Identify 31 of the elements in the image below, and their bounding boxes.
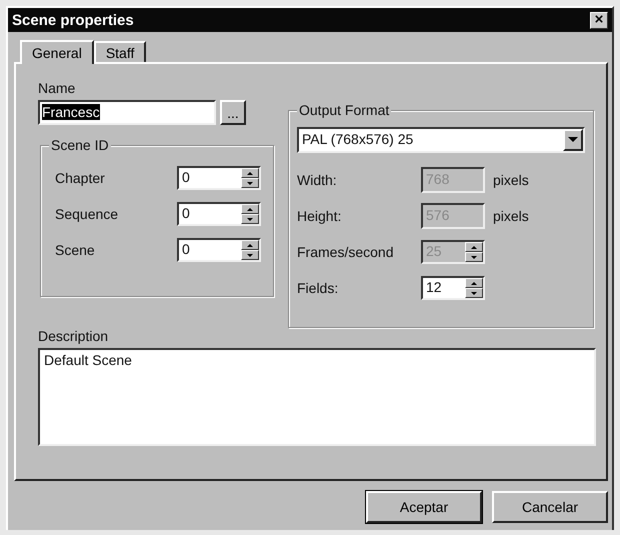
- tab[interactable]: General: [20, 40, 94, 64]
- spin-box[interactable]: 0: [177, 238, 261, 262]
- browse-button[interactable]: ...: [220, 100, 246, 125]
- field-label: Frames/second: [297, 244, 394, 260]
- spin-box[interactable]: 0: [177, 166, 261, 190]
- window-title: Scene properties: [12, 12, 134, 28]
- spin-box[interactable]: 12: [421, 276, 485, 300]
- dialog-button[interactable]: Aceptar: [366, 491, 482, 523]
- name-field[interactable]: Francesc: [38, 100, 216, 125]
- group-title: Output Format: [297, 102, 392, 118]
- spin-arrows-icon[interactable]: [241, 240, 259, 260]
- field-label: Height:: [297, 208, 342, 224]
- group-title: Scene ID: [49, 137, 111, 153]
- description-label: Description: [38, 328, 108, 344]
- tab[interactable]: Staff: [94, 41, 146, 62]
- spin-arrows-icon[interactable]: [465, 278, 483, 298]
- field-label: Chapter: [55, 170, 105, 186]
- dialog-button[interactable]: Cancelar: [492, 491, 608, 523]
- field-label: Width:: [297, 172, 338, 188]
- field-label: Sequence: [55, 206, 118, 222]
- format-dropdown[interactable]: PAL (768x576) 25: [297, 127, 585, 153]
- description-field[interactable]: Default Scene: [38, 348, 596, 446]
- name-label: Name: [38, 80, 76, 96]
- spin-box[interactable]: 0: [177, 202, 261, 226]
- spin-arrows-icon[interactable]: [241, 168, 259, 188]
- close-button[interactable]: ×: [590, 12, 608, 28]
- unit-label: pixels: [493, 208, 529, 224]
- spin-arrows-icon[interactable]: [241, 204, 259, 224]
- field-label: Fields:: [297, 280, 340, 296]
- field-label: Scene: [55, 242, 95, 258]
- unit-label: pixels: [493, 172, 529, 188]
